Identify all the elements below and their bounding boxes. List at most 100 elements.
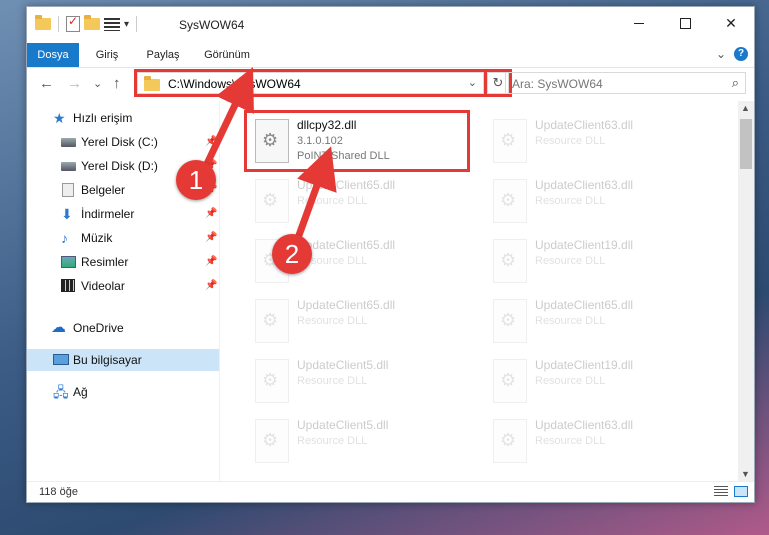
- file-description: Resource DLL: [297, 195, 368, 207]
- file-description: Resource DLL: [535, 315, 606, 327]
- dll-file-icon: [493, 359, 527, 403]
- dll-file-icon: [493, 299, 527, 343]
- file-name: UpdateClient65.dll: [297, 178, 396, 192]
- file-item[interactable]: UpdateClient65.dll Resource DLL: [247, 173, 467, 229]
- file-list: dllcpy32.dll 3.1.0.102 PoINT Shared DLL …: [220, 101, 738, 481]
- file-name: UpdateClient63.dll: [535, 178, 634, 192]
- pin-icon: 📌: [205, 136, 218, 147]
- search-input[interactable]: Ara: SysWOW64 ⌕: [505, 72, 746, 94]
- up-button[interactable]: ↑: [113, 75, 121, 92]
- forward-button[interactable]: →: [67, 75, 82, 92]
- music-icon: ♪: [61, 230, 68, 246]
- sidebar-item-label: Ağ: [73, 385, 88, 399]
- dll-file-icon: [493, 179, 527, 223]
- sidebar-item-this-pc[interactable]: Bu bilgisayar: [27, 349, 219, 371]
- callout-2: 2: [272, 234, 312, 274]
- sidebar-item-videos[interactable]: Videolar 📌: [27, 275, 219, 297]
- file-description: Resource DLL: [535, 135, 606, 147]
- star-icon: ★: [53, 110, 66, 126]
- folder-icon: [35, 15, 51, 30]
- close-button[interactable]: ✕: [708, 7, 754, 39]
- address-folder-icon: [144, 76, 160, 91]
- pin-icon: 📌: [205, 280, 218, 291]
- quick-access-toolbar: ▾: [35, 14, 140, 32]
- sidebar-item-downloads[interactable]: ⬇ İndirmeler 📌: [27, 203, 219, 225]
- file-item[interactable]: UpdateClient63.dll Resource DLL: [485, 173, 705, 229]
- address-bar[interactable]: C:\Windows\SysWOW64 ⌄: [137, 72, 484, 94]
- sidebar-item-label: Bu bilgisayar: [73, 353, 142, 367]
- separator: [136, 16, 138, 32]
- dll-file-icon: [493, 119, 527, 163]
- window-title: SysWOW64: [179, 18, 245, 32]
- file-item[interactable]: UpdateClient65.dll Resource DLL: [485, 293, 705, 349]
- file-description: Resource DLL: [297, 315, 368, 327]
- tab-giris[interactable]: Giriş: [87, 43, 127, 67]
- scroll-down-icon[interactable]: ▼: [741, 469, 750, 479]
- minimize-button[interactable]: [616, 7, 662, 39]
- address-dropdown-icon[interactable]: ⌄: [468, 76, 477, 89]
- file-description: Resource DLL: [535, 195, 606, 207]
- tab-dosya[interactable]: Dosya: [27, 43, 79, 67]
- sidebar-item-label: Belgeler: [81, 183, 126, 197]
- customize-toolbar-icon[interactable]: [104, 17, 120, 31]
- item-count: 118 öğe: [39, 486, 78, 498]
- sidebar-item-pictures[interactable]: Resimler 📌: [27, 251, 219, 273]
- status-bar: 118 öğe: [27, 481, 754, 504]
- dll-file-icon: [493, 419, 527, 463]
- file-item[interactable]: UpdateClient19.dll Resource DLL: [485, 353, 705, 409]
- file-description: Resource DLL: [535, 255, 606, 267]
- navigation-bar: ← → ⌄ ↑ C:\Windows\SysWOW64 ⌄ ↻ Ara: Sys…: [27, 68, 754, 100]
- address-path: C:\Windows\SysWOW64: [168, 77, 301, 91]
- sidebar-item-label: Videolar: [81, 279, 125, 293]
- file-item-dllcpy32[interactable]: dllcpy32.dll 3.1.0.102 PoINT Shared DLL: [247, 113, 467, 169]
- sidebar-item-onedrive[interactable]: ☁ OneDrive: [27, 317, 219, 339]
- vertical-scrollbar[interactable]: ▲ ▼: [738, 101, 754, 481]
- disk-icon: [61, 162, 76, 171]
- file-name: UpdateClient5.dll: [297, 418, 389, 432]
- dll-file-icon: [255, 119, 289, 163]
- documents-icon: [62, 183, 74, 197]
- file-item[interactable]: UpdateClient19.dll Resource DLL: [485, 233, 705, 289]
- dll-file-icon: [493, 239, 527, 283]
- sidebar-item-music[interactable]: ♪ Müzik 📌: [27, 227, 219, 249]
- sidebar-item-network[interactable]: 🖧 Ağ: [27, 381, 219, 403]
- new-folder-icon[interactable]: [84, 15, 100, 30]
- tiles-view-icon[interactable]: [734, 486, 748, 497]
- sidebar-item-label: Müzik: [81, 231, 113, 245]
- ribbon-tabs: Dosya Giriş Paylaş Görünüm ⌄ ?: [27, 43, 754, 68]
- file-name: UpdateClient65.dll: [535, 298, 634, 312]
- ribbon-right-controls: ⌄ ?: [716, 47, 748, 61]
- tab-gorunum[interactable]: Görünüm: [197, 43, 257, 67]
- details-view-icon[interactable]: [714, 486, 728, 497]
- file-item[interactable]: UpdateClient65.dll Resource DLL: [247, 293, 467, 349]
- ribbon-collapse-icon[interactable]: ⌄: [716, 47, 726, 61]
- file-item[interactable]: UpdateClient5.dll Resource DLL: [247, 413, 467, 469]
- back-button[interactable]: ←: [39, 75, 54, 92]
- toolbar-dropdown-icon[interactable]: ▾: [124, 19, 129, 30]
- recent-locations-button[interactable]: ⌄: [93, 77, 102, 90]
- sidebar-item-quick-access[interactable]: ★ Hızlı erişim: [27, 107, 219, 129]
- videos-icon: [61, 279, 75, 292]
- dll-file-icon: [255, 179, 289, 223]
- file-item[interactable]: UpdateClient5.dll Resource DLL: [247, 353, 467, 409]
- sidebar-item-label: Yerel Disk (C:): [81, 135, 158, 149]
- sidebar-item-label: Hızlı erişim: [73, 111, 133, 125]
- file-name: UpdateClient65.dll: [297, 298, 396, 312]
- file-name: UpdateClient63.dll: [535, 118, 634, 132]
- maximize-button[interactable]: [662, 7, 708, 39]
- search-icon[interactable]: ⌕: [732, 75, 739, 91]
- file-item[interactable]: UpdateClient63.dll Resource DLL: [485, 113, 705, 169]
- file-item[interactable]: UpdateClient63.dll Resource DLL: [485, 413, 705, 469]
- help-icon[interactable]: ?: [734, 47, 748, 61]
- search-placeholder: Ara: SysWOW64: [512, 77, 603, 91]
- cloud-icon: ☁: [51, 319, 66, 336]
- scroll-thumb[interactable]: [740, 119, 752, 169]
- dll-file-icon: [255, 419, 289, 463]
- tab-paylas[interactable]: Paylaş: [139, 43, 187, 67]
- file-description: PoINT Shared DLL: [297, 150, 390, 162]
- callout-1: 1: [176, 160, 216, 200]
- properties-check-icon[interactable]: [66, 14, 80, 32]
- scroll-up-icon[interactable]: ▲: [741, 103, 750, 113]
- file-name: UpdateClient19.dll: [535, 238, 634, 252]
- sidebar-item-local-disk-c[interactable]: Yerel Disk (C:) 📌: [27, 131, 219, 153]
